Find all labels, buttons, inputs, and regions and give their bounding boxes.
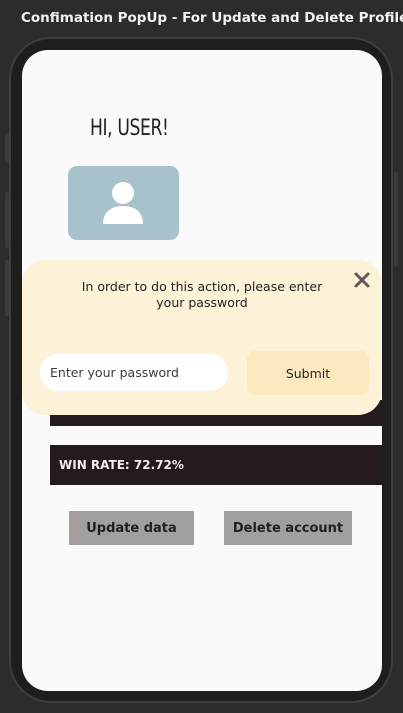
password-input[interactable] xyxy=(40,354,228,391)
user-icon xyxy=(103,182,143,224)
greeting-heading: HI, USER! xyxy=(90,116,169,141)
phone-side-button xyxy=(5,260,9,316)
popup-message: In order to do this action, please enter… xyxy=(81,279,323,310)
delete-account-button[interactable]: Delete account xyxy=(224,511,352,545)
update-data-button[interactable]: Update data xyxy=(69,511,194,545)
phone-side-button xyxy=(5,192,9,248)
submit-button[interactable]: Submit xyxy=(247,351,369,395)
avatar xyxy=(68,166,179,240)
phone-side-button xyxy=(5,133,9,163)
close-icon[interactable] xyxy=(352,270,372,290)
win-rate-bar: WIN RATE: 72.72% xyxy=(50,445,382,485)
confirmation-popup: In order to do this action, please enter… xyxy=(22,260,382,415)
frame-title: Confimation PopUp - For Update and Delet… xyxy=(21,10,403,26)
win-rate-text: WIN RATE: 72.72% xyxy=(59,458,184,472)
app-screen: HI, USER! WIN RATE: 72.72% Update data D… xyxy=(22,50,382,691)
phone-side-button xyxy=(394,172,398,267)
